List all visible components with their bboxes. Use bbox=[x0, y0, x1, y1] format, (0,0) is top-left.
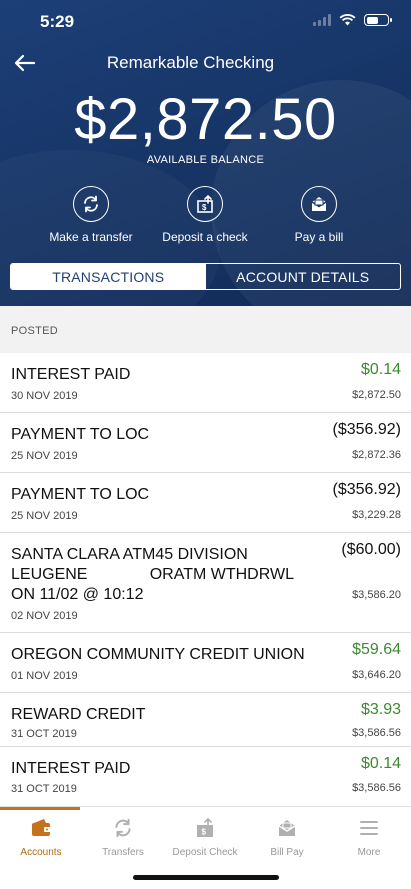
nav-more[interactable]: More bbox=[328, 807, 410, 861]
quick-actions: Make a transfer $ Deposit a check Pay a bbox=[0, 186, 411, 246]
transaction-row[interactable]: INTEREST PAID 30 NOV 2019 $0.14 $2,872.5… bbox=[0, 353, 411, 413]
transaction-description: PAYMENT TO LOC bbox=[11, 486, 150, 503]
transaction-description: REWARD CREDIT bbox=[11, 706, 146, 723]
nav-bill-pay[interactable]: Bill Pay bbox=[246, 807, 328, 861]
transaction-amount: ($356.92) bbox=[332, 421, 402, 438]
transaction-amount: $59.64 bbox=[352, 641, 401, 658]
nav-deposit-check[interactable]: $ Deposit Check bbox=[164, 807, 246, 861]
transaction-running-balance: $3,586.56 bbox=[352, 727, 401, 739]
transaction-row[interactable]: PAYMENT TO LOC 25 NOV 2019 ($356.92) $3,… bbox=[0, 473, 411, 533]
svg-text:$: $ bbox=[202, 828, 207, 837]
svg-text:$: $ bbox=[202, 203, 207, 212]
transaction-description: SANTA CLARA ATM45 DIVISION LEUGENE ORATM… bbox=[11, 546, 294, 603]
transaction-amount: ($356.92) bbox=[332, 481, 402, 498]
transaction-description: PAYMENT TO LOC bbox=[11, 426, 150, 443]
transaction-description: INTEREST PAID bbox=[11, 760, 131, 777]
nav-more-label: More bbox=[357, 847, 381, 858]
pay-bill-button[interactable]: Pay a bill bbox=[259, 186, 379, 244]
transaction-date: 31 OCT 2019 bbox=[11, 783, 77, 795]
transaction-row[interactable]: SANTA CLARA ATM45 DIVISION LEUGENE ORATM… bbox=[0, 533, 411, 633]
transaction-running-balance: $3,229.28 bbox=[352, 509, 401, 521]
bill-pay-icon bbox=[278, 820, 296, 836]
transaction-running-balance: $3,646.20 bbox=[352, 669, 401, 681]
deposit-check-label: Deposit a check bbox=[162, 230, 248, 244]
transaction-row[interactable]: REWARD CREDIT 31 OCT 2019 $3.93 $3,586.5… bbox=[0, 693, 411, 747]
nav-transfers-label: Transfers bbox=[102, 847, 144, 858]
transaction-running-balance: $3,586.20 bbox=[352, 589, 401, 601]
make-transfer-button[interactable]: Make a transfer bbox=[31, 186, 151, 244]
transfer-icon bbox=[73, 186, 109, 222]
deposit-check-icon: $ bbox=[197, 817, 213, 837]
transaction-running-balance: $2,872.36 bbox=[352, 449, 401, 461]
menu-icon bbox=[360, 821, 378, 835]
wifi-icon bbox=[339, 14, 356, 26]
pay-bill-icon bbox=[301, 186, 337, 222]
status-icons bbox=[313, 14, 392, 26]
account-title: Remarkable Checking bbox=[106, 53, 275, 72]
transaction-description: INTEREST PAID bbox=[11, 366, 131, 383]
transaction-date: 25 NOV 2019 bbox=[11, 450, 78, 462]
transaction-row[interactable]: PAYMENT TO LOC 25 NOV 2019 ($356.92) $2,… bbox=[0, 413, 411, 473]
nav-bill-pay-label: Bill Pay bbox=[270, 847, 304, 858]
transaction-amount: ($60.00) bbox=[341, 541, 401, 558]
nav-deposit-check-label: Deposit Check bbox=[172, 847, 238, 858]
tab-account-details[interactable]: ACCOUNT DETAILS bbox=[206, 264, 401, 289]
transaction-description: OREGON COMMUNITY CREDIT UNION bbox=[11, 646, 305, 663]
status-bar: 5:29 bbox=[0, 0, 411, 44]
transaction-amount: $0.14 bbox=[360, 361, 401, 378]
deposit-check-button[interactable]: $ Deposit a check bbox=[145, 186, 265, 244]
nav-accounts[interactable]: Accounts bbox=[0, 807, 82, 861]
status-time: 5:29 bbox=[40, 12, 75, 31]
section-label: POSTED bbox=[11, 325, 59, 337]
account-tabs: TRANSACTIONS ACCOUNT DETAILS bbox=[10, 263, 401, 290]
transaction-date: 01 NOV 2019 bbox=[11, 670, 78, 682]
home-indicator[interactable] bbox=[133, 875, 279, 880]
cellular-signal-icon bbox=[313, 14, 331, 26]
transaction-date: 25 NOV 2019 bbox=[11, 510, 78, 522]
balance-label: AVAILABLE BALANCE bbox=[146, 154, 265, 166]
deposit-check-icon: $ bbox=[187, 186, 223, 222]
transaction-amount: $0.14 bbox=[360, 755, 401, 772]
transaction-list[interactable]: INTEREST PAID 30 NOV 2019 $0.14 $2,872.5… bbox=[0, 353, 411, 806]
transaction-date: 31 OCT 2019 bbox=[11, 728, 77, 740]
transaction-running-balance: $3,586.56 bbox=[352, 782, 401, 794]
transfers-icon bbox=[115, 818, 131, 838]
posted-section-header: POSTED bbox=[0, 306, 411, 353]
account-header: 5:29 Remarkable Checking $2,872.50 AVAIL… bbox=[0, 0, 411, 306]
wallet-icon bbox=[32, 819, 51, 836]
transaction-date: 30 NOV 2019 bbox=[11, 390, 78, 402]
transaction-row[interactable]: INTEREST PAID 31 OCT 2019 $0.14 $3,586.5… bbox=[0, 747, 411, 806]
transaction-amount: $3.93 bbox=[360, 701, 401, 718]
available-balance: $2,872.50 bbox=[74, 87, 337, 152]
transaction-running-balance: $2,872.50 bbox=[352, 389, 401, 401]
tab-transactions[interactable]: TRANSACTIONS bbox=[11, 264, 206, 289]
battery-icon bbox=[364, 14, 392, 26]
nav-accounts-label: Accounts bbox=[20, 847, 62, 858]
transaction-date: 02 NOV 2019 bbox=[11, 610, 78, 622]
transaction-row[interactable]: OREGON COMMUNITY CREDIT UNION 01 NOV 201… bbox=[0, 633, 411, 693]
make-transfer-label: Make a transfer bbox=[49, 230, 133, 244]
nav-transfers[interactable]: Transfers bbox=[82, 807, 164, 861]
pay-bill-label: Pay a bill bbox=[294, 230, 344, 244]
